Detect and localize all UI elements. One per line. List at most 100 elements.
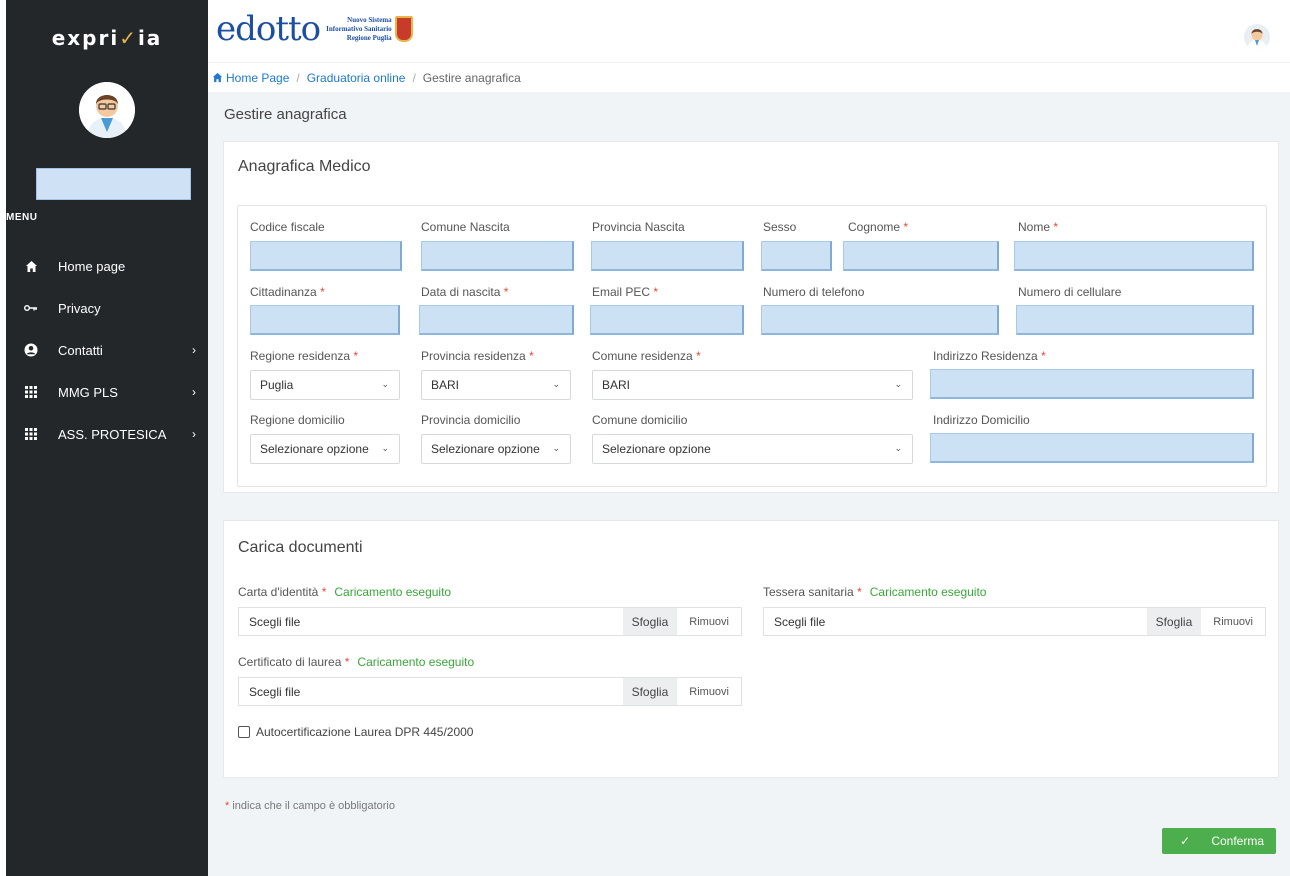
nome-label-text: Nome xyxy=(1018,220,1051,234)
provincia-nascita-input[interactable] xyxy=(591,241,744,271)
browse-button[interactable]: Sfoglia xyxy=(622,678,678,705)
breadcrumb-separator: / xyxy=(296,70,300,85)
select-value: Selezionare opzione xyxy=(431,442,540,456)
required-mark: * xyxy=(1053,220,1059,234)
documenti-card: Carica documenti Carta d'identità * Caric… xyxy=(223,520,1279,778)
sidebar-item-label: ASS. PROTESICA xyxy=(58,426,167,442)
required-note: * indica che il campo è obbligatorio xyxy=(225,800,395,812)
edotto-logo[interactable]: edotto Nuovo Sistema Informativo Sanitar… xyxy=(216,12,413,46)
file-placeholder: Scegli file xyxy=(774,614,826,629)
required-mark: * xyxy=(353,349,359,363)
user-avatar xyxy=(79,82,135,138)
remove-button[interactable]: Rimuovi xyxy=(677,678,741,705)
check-icon: ✓ xyxy=(1180,834,1191,848)
confirm-button[interactable]: ✓ Conferma xyxy=(1162,828,1276,854)
breadcrumb: Home Page / Graduatoria online / Gestire… xyxy=(208,62,1290,92)
brand-subtitle: Nuovo Sistema Informativo Sanitario Regi… xyxy=(326,16,392,43)
brand-sub-line: Informativo Sanitario xyxy=(326,24,392,33)
indirizzo-residenza-label: Indirizzo Residenza * xyxy=(933,349,1046,363)
profile-avatar[interactable] xyxy=(1244,24,1270,50)
required-mark: * xyxy=(696,349,701,363)
regione-residenza-select[interactable]: Puglia ⌄ xyxy=(250,370,400,400)
sidebar-item-label: Privacy xyxy=(58,300,101,316)
cellulare-input[interactable] xyxy=(1016,305,1254,335)
required-mark: * xyxy=(344,655,350,669)
sidebar-item-mmg-pls[interactable]: MMG PLS › xyxy=(6,371,208,413)
cittadinanza-label-text: Cittadinanza xyxy=(250,285,317,299)
indirizzo-residenza-input[interactable] xyxy=(930,369,1254,399)
required-mark: * xyxy=(1041,349,1046,363)
tessera-sanitaria-file-input[interactable]: Scegli file Sfoglia Rimuovi xyxy=(763,607,1266,636)
upload-status: Caricamento eseguito xyxy=(869,585,987,599)
breadcrumb-home-link[interactable]: Home Page xyxy=(226,71,289,85)
user-name-field xyxy=(36,168,191,200)
logo-text-a: expri xyxy=(51,26,120,50)
page-title: Gestire anagrafica xyxy=(224,106,347,123)
provincia-residenza-select[interactable]: BARI ⌄ xyxy=(421,370,571,400)
sidebar-item-contatti[interactable]: Contatti › xyxy=(6,329,208,371)
sidebar-item-home[interactable]: Home page xyxy=(6,245,208,287)
carta-identita-label: Carta d'identità * Caricamento eseguito xyxy=(238,585,451,599)
breadcrumb-separator: / xyxy=(412,70,416,85)
top-bar: edotto Nuovo Sistema Informativo Sanitar… xyxy=(208,0,1290,62)
remove-button[interactable]: Rimuovi xyxy=(677,608,741,635)
file-placeholder: Scegli file xyxy=(249,614,301,629)
comune-residenza-label: Comune residenza * xyxy=(592,349,701,363)
tessera-sanitaria-label: Tessera sanitaria * Caricamento eseguito xyxy=(763,585,986,599)
select-value: BARI xyxy=(602,378,631,392)
provincia-nascita-label: Provincia Nascita xyxy=(592,220,685,234)
browse-button[interactable]: Sfoglia xyxy=(1146,608,1202,635)
required-mark: * xyxy=(653,285,659,299)
grid-icon xyxy=(24,427,38,441)
regione-residenza-label: Regione residenza * xyxy=(250,349,358,363)
anagrafica-form: Codice fiscale Comune Nascita Provincia … xyxy=(237,205,1267,487)
chevron-right-icon: › xyxy=(192,343,196,357)
data-nascita-label: Data di nascita * xyxy=(421,285,508,299)
key-icon xyxy=(24,301,38,315)
chevron-down-icon: ⌄ xyxy=(552,379,560,389)
comune-domicilio-select[interactable]: Selezionare opzione ⌄ xyxy=(592,434,913,464)
chevron-right-icon: › xyxy=(192,385,196,399)
regione-residenza-label-text: Regione residenza xyxy=(250,349,351,363)
sesso-input[interactable] xyxy=(761,241,832,271)
breadcrumb-current: Gestire anagrafica xyxy=(422,70,521,85)
brand-sub-line: Regione Puglia xyxy=(346,33,392,42)
upload-status: Caricamento eseguito xyxy=(357,655,475,669)
browse-button[interactable]: Sfoglia xyxy=(622,608,678,635)
remove-button[interactable]: Rimuovi xyxy=(1201,608,1265,635)
carta-identita-file-input[interactable]: Scegli file Sfoglia Rimuovi xyxy=(238,607,742,636)
telefono-input[interactable] xyxy=(761,305,999,335)
certificato-laurea-file-input[interactable]: Scegli file Sfoglia Rimuovi xyxy=(238,677,742,706)
select-value: BARI xyxy=(431,378,460,392)
autocert-checkbox-row[interactable]: Autocertificazione Laurea DPR 445/2000 xyxy=(238,725,473,739)
provincia-domicilio-select[interactable]: Selezionare opzione ⌄ xyxy=(421,434,571,464)
cognome-input[interactable] xyxy=(843,241,999,271)
comune-residenza-select[interactable]: BARI ⌄ xyxy=(592,370,913,400)
breadcrumb-graduatoria-link[interactable]: Graduatoria online xyxy=(307,71,406,85)
required-mark: * xyxy=(529,349,534,363)
comune-nascita-label: Comune Nascita xyxy=(421,220,510,234)
data-nascita-label-text: Data di nascita xyxy=(421,285,501,299)
indirizzo-domicilio-input[interactable] xyxy=(930,433,1254,463)
select-value: Selezionare opzione xyxy=(602,442,711,456)
autocert-checkbox[interactable] xyxy=(238,726,250,738)
certificato-laurea-label-text: Certificato di laurea xyxy=(238,655,342,669)
required-mark: * xyxy=(320,285,325,299)
upload-status: Caricamento eseguito xyxy=(334,585,452,599)
email-pec-input[interactable] xyxy=(590,305,744,335)
sidebar-item-ass-protesica[interactable]: ASS. PROTESICA › xyxy=(6,413,208,455)
brand-name: edotto xyxy=(216,9,321,49)
regione-puglia-seal-icon xyxy=(394,16,413,42)
data-nascita-input[interactable] xyxy=(419,305,574,335)
logo-v-mark: ✓ xyxy=(119,26,138,50)
tessera-sanitaria-label-text: Tessera sanitaria xyxy=(763,585,854,599)
regione-domicilio-select[interactable]: Selezionare opzione ⌄ xyxy=(250,434,400,464)
comune-nascita-input[interactable] xyxy=(421,241,574,271)
select-value: Puglia xyxy=(260,378,294,392)
sidebar-menu: Home page Privacy Contatti › MMG PLS › A… xyxy=(6,245,208,455)
sidebar-item-privacy[interactable]: Privacy xyxy=(6,287,208,329)
cellulare-label: Numero di cellulare xyxy=(1018,285,1122,299)
nome-input[interactable] xyxy=(1014,241,1254,271)
codice-fiscale-input[interactable] xyxy=(250,241,402,271)
cittadinanza-input[interactable] xyxy=(250,305,400,335)
